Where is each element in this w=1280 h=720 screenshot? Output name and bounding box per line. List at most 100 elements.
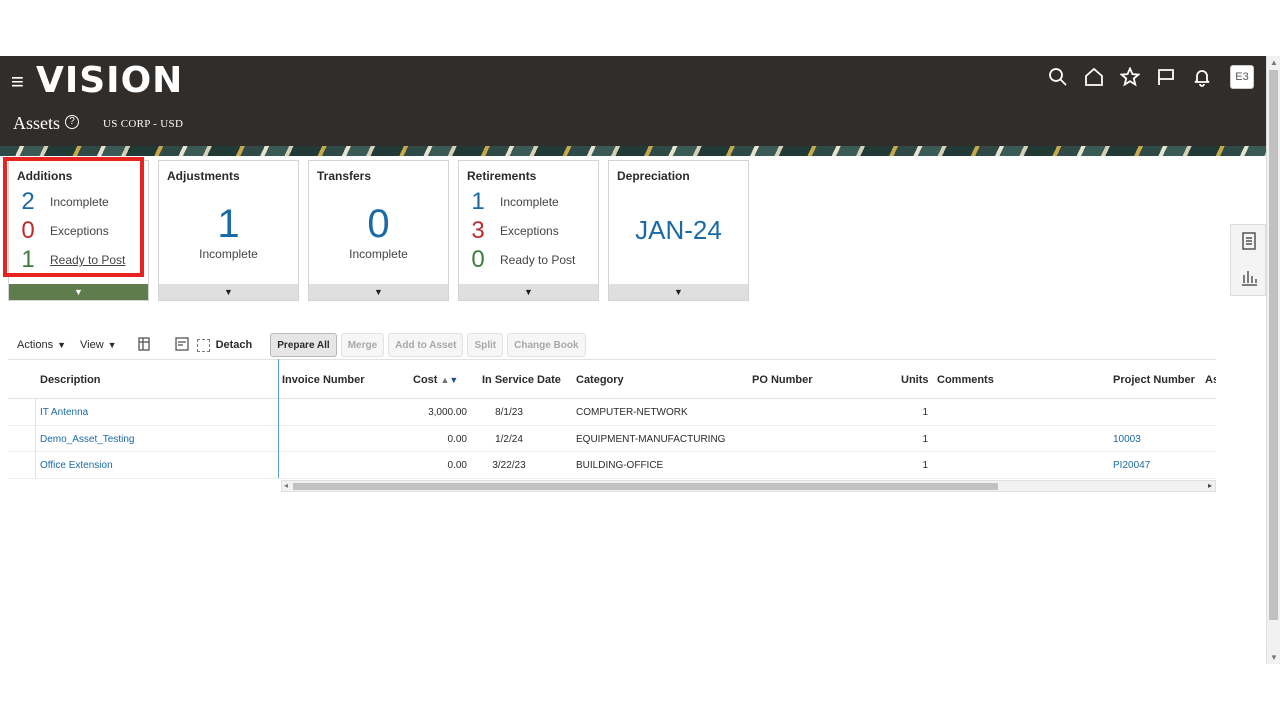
table-row[interactable]: Demo_Asset_Testing 0.00 1/2/24 EQUIPMENT… (8, 426, 1216, 452)
col-cost[interactable]: Cost ▲▼ (413, 374, 458, 386)
flag-icon[interactable] (1148, 65, 1184, 89)
home-icon[interactable] (1076, 65, 1112, 89)
cell-date: 8/1/23 (495, 407, 523, 418)
col-project-number[interactable]: Project Number (1113, 374, 1195, 386)
vision-logo[interactable]: VISION (36, 60, 183, 101)
cell-category: BUILDING-OFFICE (576, 460, 664, 471)
col-in-service-date[interactable]: In Service Date (482, 374, 561, 386)
detach-button[interactable]: Detach (196, 338, 253, 352)
hamburger-icon[interactable]: ≡ (11, 71, 24, 93)
col-category[interactable]: Category (576, 374, 624, 386)
horizontal-scroll-thumb[interactable] (293, 483, 998, 490)
cell-units: 1 (922, 460, 928, 471)
detach-label: Detach (215, 339, 253, 351)
adjustments-count: 1 (217, 202, 240, 246)
vertical-scroll-thumb[interactable] (1269, 70, 1278, 620)
cell-project[interactable]: PI20047 (1113, 460, 1150, 471)
chevron-down-icon[interactable]: ▼ (159, 284, 298, 300)
wrap-icon[interactable] (174, 337, 191, 353)
tile-title: Adjustments (167, 169, 240, 183)
count: 1 (471, 188, 485, 215)
vertical-scrollbar[interactable]: ▲ ▼ (1266, 56, 1280, 664)
tile-title: Transfers (317, 169, 372, 183)
decorative-banner (0, 146, 1266, 156)
sort-icon[interactable]: ▲▼ (440, 375, 458, 385)
tile-retirements[interactable]: Retirements 1 Incomplete 3 Exceptions 0 … (458, 160, 599, 301)
star-icon[interactable] (1112, 65, 1148, 89)
cell-units: 1 (922, 407, 928, 418)
cell-description[interactable]: IT Antenna (40, 407, 88, 418)
cell-description[interactable]: Demo_Asset_Testing (40, 434, 135, 445)
chevron-down-icon[interactable]: ▼ (9, 284, 148, 300)
annotation-highlight-box (3, 157, 144, 277)
bar-chart-icon[interactable] (1239, 267, 1259, 287)
help-icon[interactable]: ? (65, 115, 79, 129)
label: Exceptions (500, 224, 559, 238)
chevron-down-icon[interactable]: ▼ (309, 284, 448, 300)
tile-transfers[interactable]: Transfers 0 Incomplete ▼ (308, 160, 449, 301)
cell-cost: 3,000.00 (428, 407, 467, 418)
col-po-number[interactable]: PO Number (752, 374, 813, 386)
transfers-label: Incomplete (349, 247, 408, 261)
table-toolbar: Actions ▼ View ▼ Detach Prepare All Merge … (17, 333, 590, 357)
cell-date: 3/22/23 (492, 460, 526, 471)
additions-table: Description Invoice Number Cost ▲▼ In Ser… (8, 359, 1216, 479)
actions-menu[interactable]: Actions ▼ (17, 339, 66, 351)
frozen-column-divider (278, 359, 279, 478)
search-icon[interactable] (1040, 65, 1076, 89)
side-panel-tabs (1230, 224, 1266, 296)
col-invoice-number[interactable]: Invoice Number (282, 374, 365, 386)
retirements-incomplete[interactable]: 1 Incomplete (467, 188, 559, 215)
split-button[interactable]: Split (467, 333, 504, 357)
document-icon[interactable] (1239, 231, 1259, 251)
bell-icon[interactable] (1184, 65, 1220, 89)
cell-description[interactable]: Office Extension (40, 460, 113, 471)
chevron-down-icon[interactable]: ▼ (609, 284, 748, 300)
prepare-all-button[interactable]: Prepare All (270, 333, 337, 357)
freeze-icon[interactable] (137, 337, 153, 353)
scroll-right-icon[interactable]: ▸ (1208, 481, 1212, 490)
depreciation-period: JAN-24 (635, 215, 722, 245)
cell-cost: 0.00 (447, 460, 467, 471)
scroll-down-icon[interactable]: ▼ (1270, 653, 1278, 662)
retirements-ready-to-post[interactable]: 0 Ready to Post (467, 248, 575, 272)
adjustments-label: Incomplete (199, 247, 258, 261)
tile-title: Retirements (467, 169, 537, 183)
cell-category: COMPUTER-NETWORK (576, 407, 688, 418)
cell-cost: 0.00 (447, 433, 467, 445)
col-comments[interactable]: Comments (937, 374, 994, 386)
ledger-context: US CORP - USD (103, 118, 184, 130)
cell-project[interactable]: 10003 (1113, 434, 1141, 445)
caret-down-icon: ▼ (107, 340, 117, 350)
count: 0 (471, 246, 485, 273)
add-to-asset-button[interactable]: Add to Asset (388, 333, 464, 357)
caret-down-icon: ▼ (57, 340, 66, 350)
cell-units: 1 (922, 433, 928, 445)
view-menu[interactable]: View ▼ (80, 339, 117, 351)
change-book-button[interactable]: Change Book (507, 333, 586, 357)
tile-adjustments[interactable]: Adjustments 1 Incomplete ▼ (158, 160, 299, 301)
tile-title: Depreciation (617, 169, 690, 183)
scroll-left-icon[interactable]: ◂ (284, 481, 288, 490)
table-row[interactable]: Office Extension 0.00 3/22/23 BUILDING-O… (8, 452, 1216, 479)
transfers-count: 0 (367, 202, 390, 246)
detach-icon (196, 338, 210, 352)
merge-button[interactable]: Merge (340, 333, 385, 357)
page-title: Assets (13, 113, 61, 133)
label: Ready to Post (500, 253, 576, 267)
view-label: View (80, 339, 104, 351)
app-header: ≡ VISION E3 Assets ? US CORP - USD (0, 56, 1266, 146)
chevron-down-icon[interactable]: ▼ (459, 284, 598, 300)
label: Incomplete (500, 195, 559, 209)
actions-label: Actions (17, 339, 54, 351)
retirements-exceptions[interactable]: 3 Exceptions (467, 219, 559, 243)
tile-depreciation[interactable]: Depreciation JAN-24 ▼ (608, 160, 749, 301)
col-units[interactable]: Units (901, 374, 929, 386)
table-row[interactable]: IT Antenna 3,000.00 8/1/23 COMPUTER-NETW… (8, 399, 1216, 426)
user-avatar[interactable]: E3 (1230, 65, 1254, 89)
cell-date: 1/2/24 (495, 433, 523, 445)
col-truncated[interactable]: As (1205, 374, 1216, 386)
col-description[interactable]: Description (40, 374, 101, 386)
horizontal-scrollbar[interactable]: ◂ ▸ (281, 480, 1216, 492)
scroll-up-icon[interactable]: ▲ (1270, 58, 1278, 67)
